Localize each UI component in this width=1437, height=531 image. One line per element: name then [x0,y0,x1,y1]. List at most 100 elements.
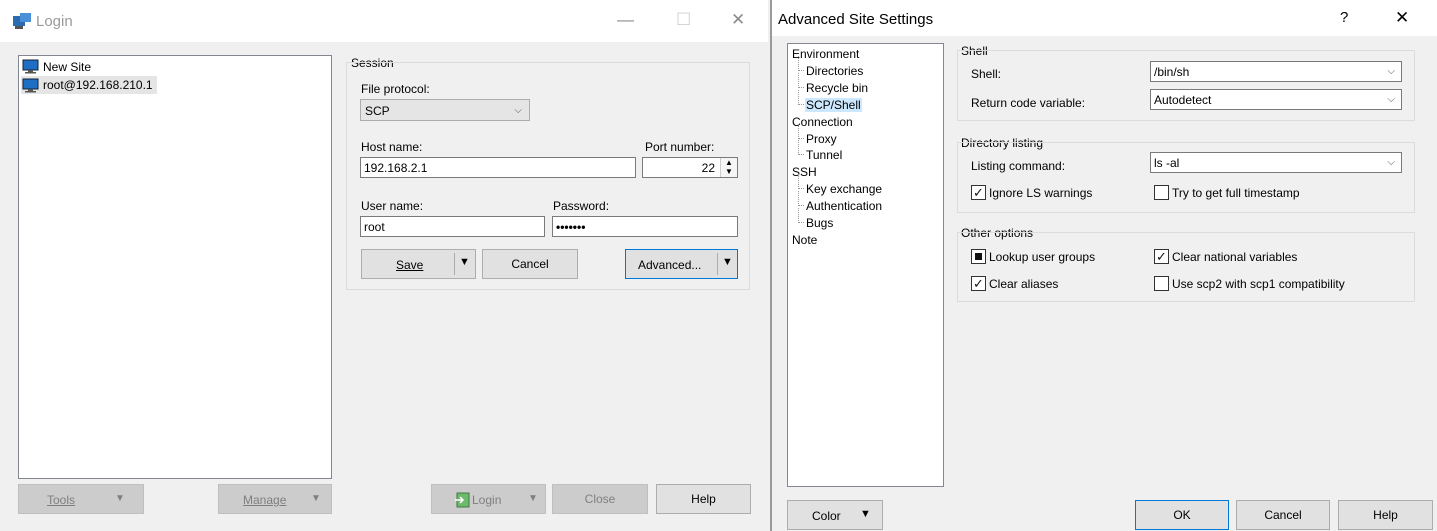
advanced-button[interactable]: Advanced... ▼ [625,249,738,279]
chevron-down-icon: ⌵ [514,105,522,116]
tree-connector [798,89,804,105]
tree-connector [798,174,804,190]
tree-item-label: Authentication [806,199,883,214]
help-icon[interactable]: ? [1340,9,1348,26]
cancel-button[interactable]: Cancel [482,249,578,279]
dropdown-arrow-icon[interactable]: ▼ [722,256,733,268]
advanced-title: Advanced Site Settings [778,11,934,28]
clear-aliases-checkbox[interactable]: ✓ [971,276,986,291]
monitor-icon [22,59,39,74]
monitor-icon [22,78,39,93]
tree-item-scp-shell[interactable]: SCP/Shell [798,89,862,114]
spin-up-icon[interactable]: ▲ [725,158,733,167]
spin-down-icon[interactable]: ▼ [725,167,733,176]
file-protocol-select[interactable]: SCP ⌵ [360,99,530,121]
file-protocol-label: File protocol: [361,82,430,96]
close-icon[interactable]: ✕ [731,10,745,30]
clear-national-label[interactable]: Clear national variables [1172,250,1297,264]
cancel-button[interactable]: Cancel [1236,500,1330,530]
return-code-value: Autodetect [1154,93,1212,107]
host-name-label: Host name: [361,140,423,154]
split-divider [454,253,455,275]
tree-item-directories[interactable]: Directories [798,55,864,80]
help-button[interactable]: Help [656,484,751,514]
ignore-ls-checkbox[interactable]: ✓ [971,185,986,200]
login-title: Login [36,13,73,30]
tree-item-note[interactable]: Note [791,233,818,249]
tree-item-label: Bugs [806,216,834,230]
tree-connector [798,140,804,156]
return-code-label: Return code variable: [971,96,1086,110]
login-label: Login [472,493,502,507]
shell-label: Shell: [971,67,1002,81]
site-item-root[interactable]: root@192.168.210.1 [21,76,157,94]
site-item-label: New Site [43,60,92,74]
user-name-label: User name: [361,199,424,213]
tree-connector [798,72,804,88]
save-button[interactable]: Save ▼ [361,249,476,279]
maximize-icon[interactable]: ☐ [676,10,691,30]
shell-value: /bin/sh [1154,65,1190,79]
tree-item-bugs[interactable]: Bugs [798,208,834,232]
tools-button[interactable]: Tools ▼ [18,484,144,514]
help-button[interactable]: Help [1338,500,1433,530]
tree-item-authentication[interactable]: Authentication [798,191,883,215]
site-item-new-site[interactable]: New Site [21,58,221,75]
listing-command-select[interactable]: ls -al ⌵ [1150,152,1402,173]
login-titlebar[interactable]: Login — ☐ ✕ [0,0,768,42]
ok-button[interactable]: OK [1135,500,1229,530]
login-button[interactable]: Login ▼ [431,484,546,514]
tree-item-label: Note [792,232,818,247]
user-name-input[interactable]: root [360,216,545,237]
full-timestamp-checkbox[interactable] [1154,185,1169,200]
clear-national-checkbox[interactable]: ✓ [1154,249,1169,264]
file-protocol-value: SCP [365,104,390,118]
color-button[interactable]: Color ▼ [787,500,883,530]
winscp-app-icon [13,13,31,29]
check-icon: ✓ [973,276,984,291]
scp2-checkbox[interactable] [1154,276,1169,291]
shell-select[interactable]: /bin/sh ⌵ [1150,61,1402,82]
tree-item-label: Proxy [806,131,837,146]
tree-item-label: Tunnel [806,148,843,163]
advanced-label: Advanced... [638,258,702,272]
lookup-groups-checkbox[interactable] [971,249,986,264]
dropdown-arrow-icon: ▼ [115,493,125,504]
password-input[interactable]: ••••••• [552,216,738,237]
manage-button[interactable]: Manage ▼ [218,484,332,514]
tree-item-label: Recycle bin [806,80,869,95]
tree-item-proxy[interactable]: Proxy [798,123,837,148]
tree-item-recycle-bin[interactable]: Recycle bin [798,72,869,97]
settings-tree[interactable]: Environment Directories Recycle bin SCP/She… [787,43,944,487]
site-list[interactable]: New Site root@192.168.210.1 [18,55,332,479]
port-spinner[interactable]: ▲ ▼ [720,158,737,177]
ignore-ls-label[interactable]: Ignore LS warnings [989,186,1092,200]
close-button[interactable]: Close [552,484,648,514]
other-options-group [957,232,1415,302]
tree-item-tunnel[interactable]: Tunnel [798,140,843,164]
tree-item-key-exchange[interactable]: Key exchange [798,174,883,198]
tree-item-label: Key exchange [806,182,883,197]
lookup-groups-label[interactable]: Lookup user groups [989,250,1095,264]
check-icon: ✓ [973,185,984,200]
minimize-icon[interactable]: — [617,10,634,30]
dropdown-arrow-icon[interactable]: ▼ [459,256,470,268]
return-code-select[interactable]: Autodetect ⌵ [1150,89,1402,110]
tools-label: Tools [47,493,76,507]
host-name-input[interactable]: 192.168.2.1 [360,157,636,178]
scp2-label[interactable]: Use scp2 with scp1 compatibility [1172,277,1345,291]
split-divider [717,253,718,275]
tree-item-ssh[interactable]: SSH [791,165,818,181]
clear-aliases-label[interactable]: Clear aliases [989,277,1058,291]
dropdown-arrow-icon: ▼ [528,493,538,504]
dropdown-arrow-icon: ▼ [860,508,871,520]
save-label: Save [396,258,424,272]
login-window: Login — ☐ ✕ New Site root@192.168.210.1 … [0,0,768,531]
chevron-down-icon: ⌵ [1387,157,1395,168]
color-label: Color [812,509,841,523]
tree-item-label: Directories [806,63,864,78]
advanced-titlebar[interactable]: Advanced Site Settings ? ✕ [772,0,1437,36]
close-icon[interactable]: ✕ [1395,8,1409,28]
tree-connector [798,123,804,139]
full-timestamp-label[interactable]: Try to get full timestamp [1172,186,1300,200]
